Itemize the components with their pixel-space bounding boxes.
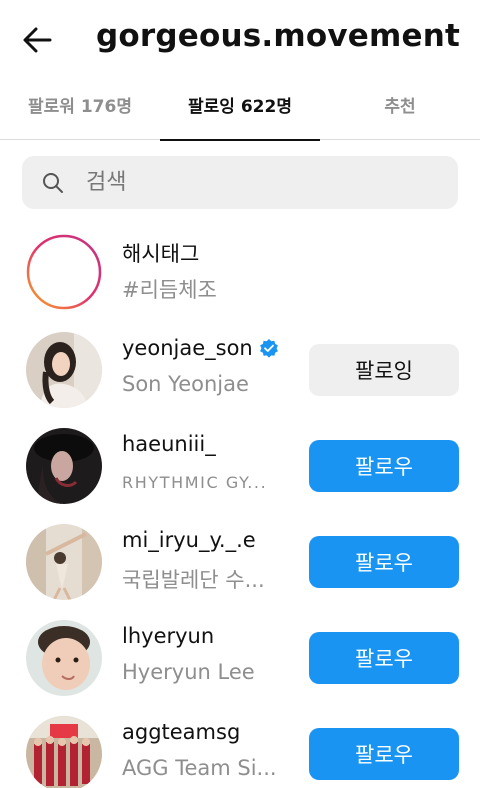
subtitle: Hyeryun Lee xyxy=(122,660,255,684)
list-item[interactable]: lhyeryun Hyeryun Lee 팔로우 xyxy=(0,610,480,706)
list-item[interactable]: aggteamsg AGG Team Si... 팔로우 xyxy=(0,706,480,788)
subtitle: 국립발레단 수... xyxy=(122,568,265,592)
username: haeuniii_ xyxy=(122,432,216,456)
following-button[interactable]: 팔로잉 xyxy=(309,344,459,396)
follow-button[interactable]: 팔로우 xyxy=(309,440,459,492)
tab-bar: 팔로워 176명 팔로잉 622명 추천 xyxy=(0,84,480,141)
follow-button[interactable]: 팔로우 xyxy=(309,632,459,684)
search-input[interactable] xyxy=(86,156,446,209)
tab-following[interactable]: 팔로잉 622명 xyxy=(160,84,320,141)
list-item[interactable]: haeuniii_ RHYTHMIC GY... 팔로우 xyxy=(0,418,480,514)
avatar[interactable] xyxy=(26,428,102,504)
subtitle: RHYTHMIC GY... xyxy=(122,473,268,492)
subtitle: Son Yeonjae xyxy=(122,372,249,396)
tab-suggested[interactable]: 추천 xyxy=(320,84,480,140)
username: aggteamsg xyxy=(122,720,241,744)
username: mi_iryu_y._.e xyxy=(122,528,256,552)
avatar[interactable] xyxy=(26,332,102,408)
list-item[interactable]: yeonjae_son Son Yeonjae 팔로잉 xyxy=(0,322,480,418)
hashtag-avatar xyxy=(26,234,102,310)
list-item[interactable]: 해시태그 #리듬체조 xyxy=(0,224,480,320)
search-icon xyxy=(43,173,63,193)
subtitle: #리듬체조 xyxy=(122,278,217,302)
username: yeonjae_son xyxy=(122,336,279,360)
top-bar: gorgeous.movement xyxy=(0,0,480,80)
username: 해시태그 xyxy=(122,242,200,266)
verified-badge-icon xyxy=(259,339,278,358)
avatar[interactable] xyxy=(26,524,102,600)
follow-button[interactable]: 팔로우 xyxy=(309,728,459,780)
tab-followers[interactable]: 팔로워 176명 xyxy=(0,84,160,140)
subtitle: AGG Team Si... xyxy=(122,756,277,780)
search-bar[interactable] xyxy=(22,156,458,209)
avatar[interactable] xyxy=(26,716,102,788)
page-title: gorgeous.movement xyxy=(96,18,461,54)
follow-button[interactable]: 팔로우 xyxy=(309,536,459,588)
list-item[interactable]: mi_iryu_y._.e 국립발레단 수... 팔로우 xyxy=(0,514,480,610)
arrow-left-icon[interactable] xyxy=(20,22,56,58)
username: lhyeryun xyxy=(122,624,215,648)
hashtag-icon xyxy=(26,234,102,310)
avatar[interactable] xyxy=(26,620,102,696)
